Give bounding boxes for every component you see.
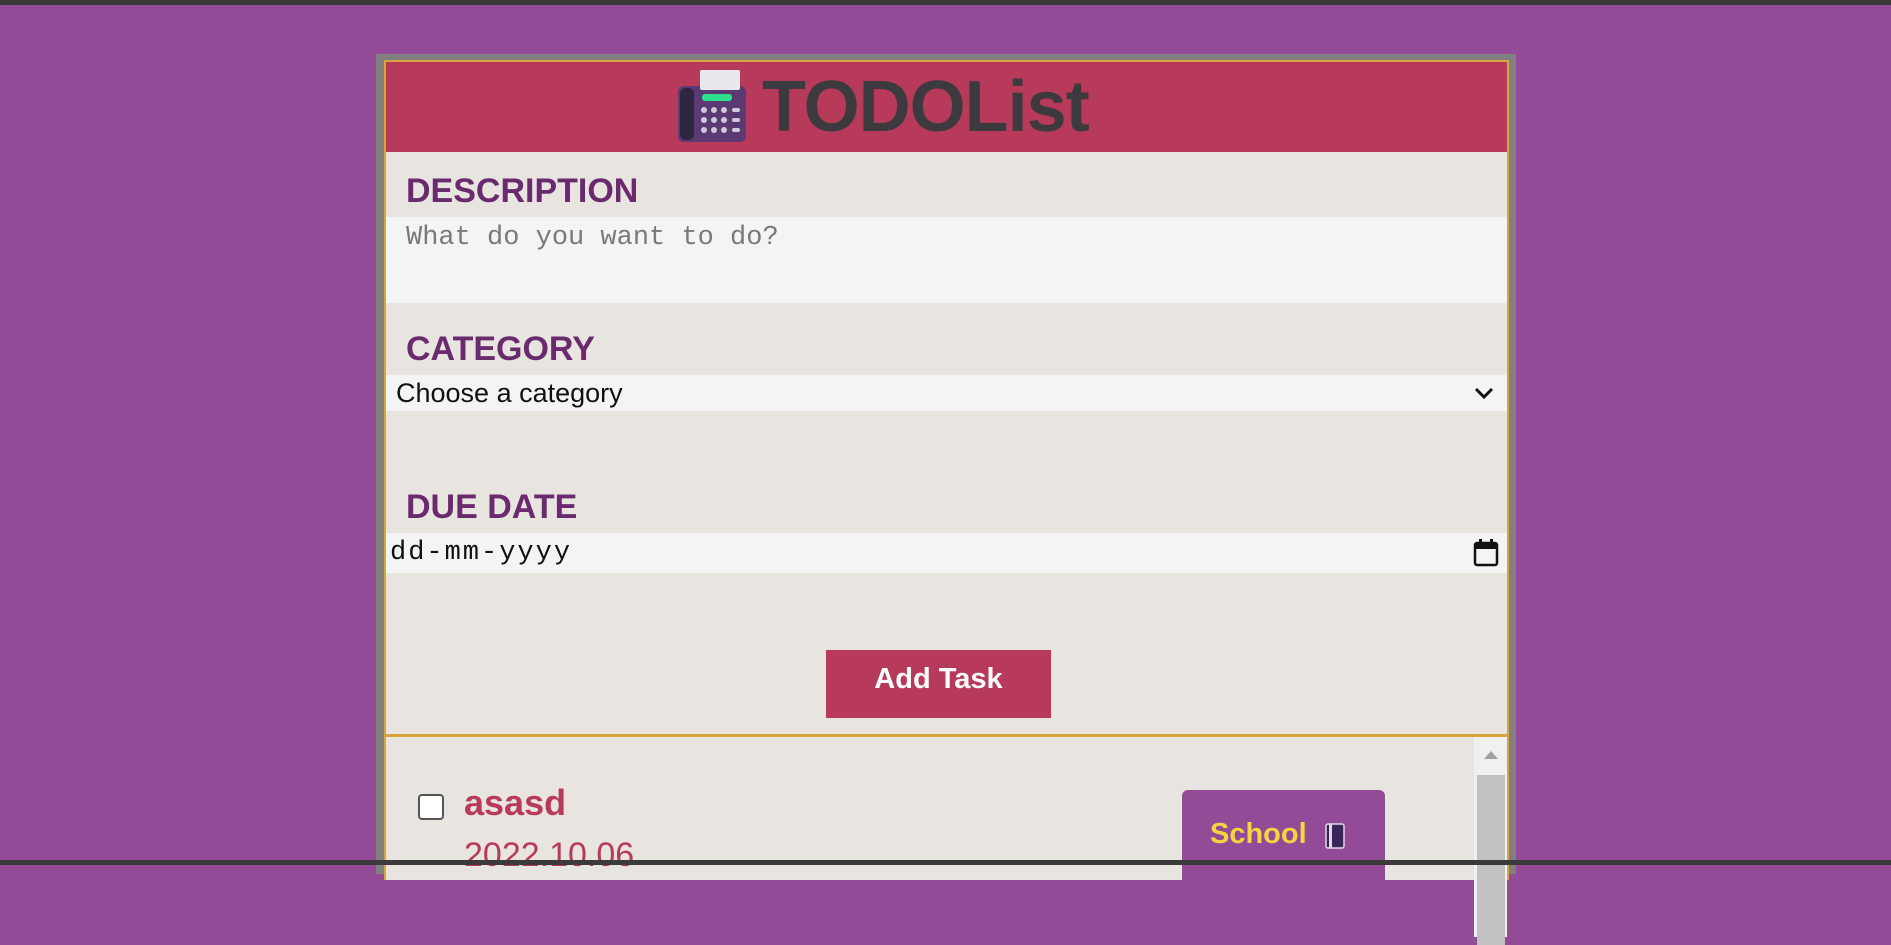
task-list-scrollbar[interactable] — [1474, 737, 1507, 945]
description-label: DESCRIPTION — [406, 172, 639, 210]
due-date-label: DUE DATE — [406, 488, 578, 526]
category-selected-value: Choose a category — [396, 378, 623, 408]
due-date-value: dd-mm-yyyy — [390, 538, 573, 568]
chevron-down-icon — [1474, 387, 1494, 400]
fax-machine-icon — [678, 70, 746, 142]
task-date: 2022.10.06 — [464, 836, 635, 874]
todo-panel: TODOList DESCRIPTION What do you want to… — [384, 60, 1509, 945]
task-category-label: School — [1210, 818, 1307, 850]
task-checkbox[interactable] — [418, 794, 444, 820]
category-label: CATEGORY — [406, 330, 595, 368]
task-title: asasd — [464, 782, 567, 823]
notebook-icon — [1325, 823, 1345, 849]
calendar-icon[interactable] — [1473, 539, 1499, 567]
todo-app: TODOList DESCRIPTION What do you want to… — [376, 54, 1516, 945]
task-category-badge: School — [1182, 790, 1385, 890]
description-input[interactable]: What do you want to do? — [386, 217, 1507, 303]
window-top-bar — [0, 0, 1891, 5]
due-date-input[interactable]: dd-mm-yyyy — [386, 533, 1507, 573]
add-task-button[interactable]: Add Task — [826, 650, 1051, 718]
app-header: TODOList — [386, 62, 1507, 152]
window-bottom-bar — [0, 860, 1891, 865]
category-select[interactable]: Choose a category — [386, 375, 1507, 411]
scroll-up-arrow-icon[interactable] — [1484, 751, 1498, 759]
app-title: TODOList — [762, 67, 1090, 147]
